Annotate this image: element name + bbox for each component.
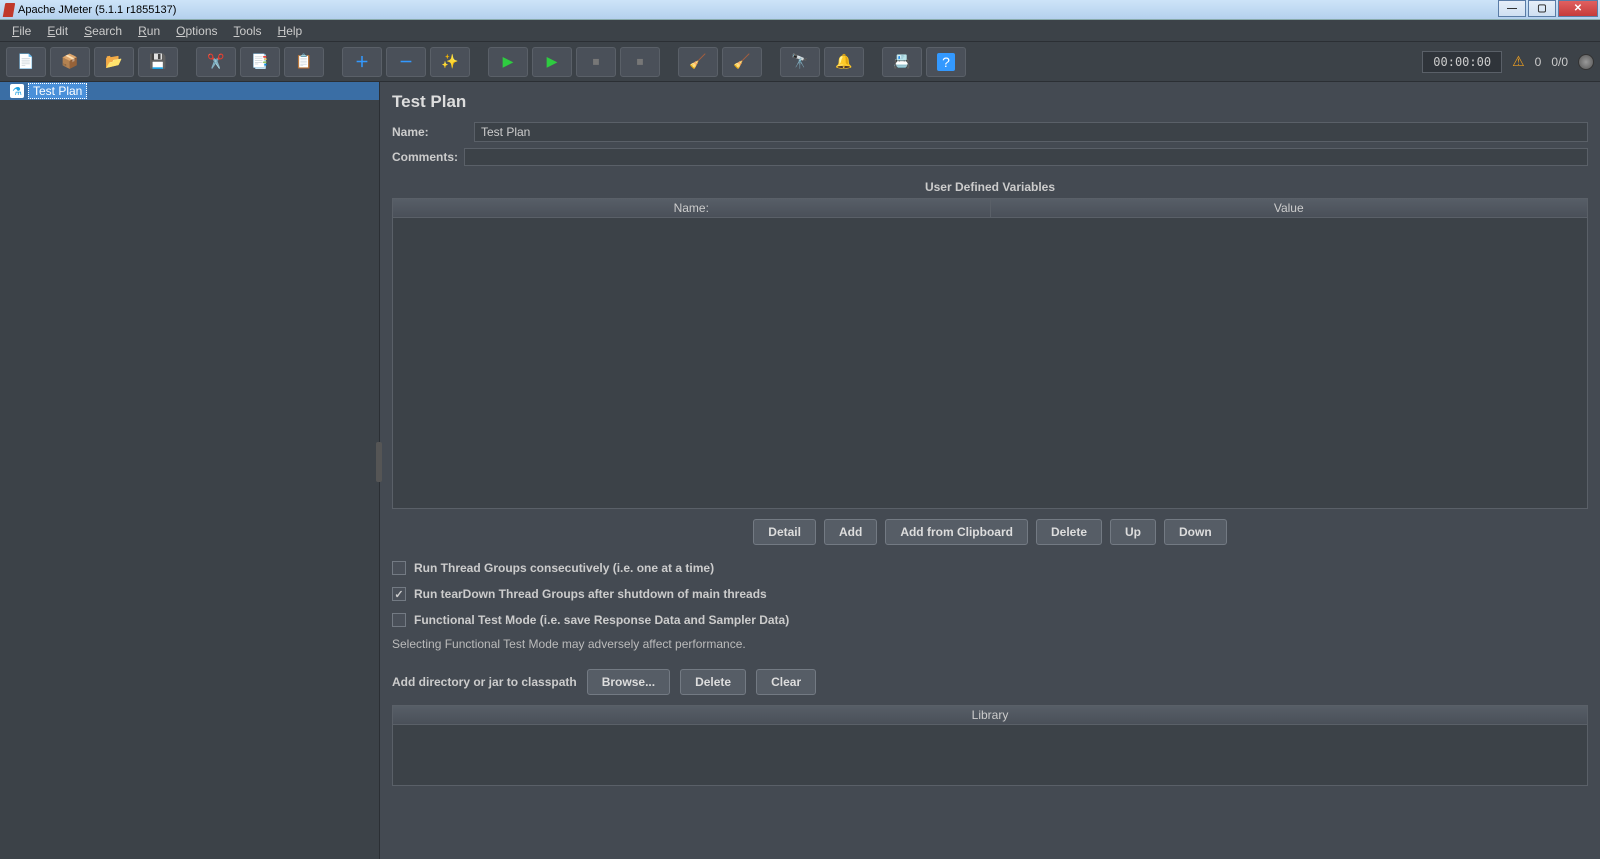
- detail-button[interactable]: Detail: [753, 519, 816, 545]
- play-icon: ▶: [503, 53, 514, 70]
- expand-button[interactable]: ＋: [342, 47, 382, 77]
- clipboard-icon: 📋: [295, 53, 312, 70]
- jmeter-icon: [3, 3, 15, 17]
- library-table: Library: [392, 705, 1588, 786]
- shutdown-icon: ⏹: [637, 53, 644, 70]
- file-icon: 📄: [17, 53, 34, 70]
- menu-search[interactable]: Search: [76, 22, 130, 40]
- start-button[interactable]: ▶: [488, 47, 528, 77]
- copy-button[interactable]: 📑: [240, 47, 280, 77]
- library-body[interactable]: [393, 725, 1587, 785]
- shutdown-button[interactable]: ⏹: [620, 47, 660, 77]
- paste-button[interactable]: 📋: [284, 47, 324, 77]
- consecutive-label: Run Thread Groups consecutively (i.e. on…: [414, 561, 714, 575]
- delete-button[interactable]: Delete: [1036, 519, 1102, 545]
- status-indicator-icon: [1578, 54, 1594, 70]
- plus-icon: ＋: [355, 52, 369, 72]
- broom-icon: 🧹: [689, 53, 706, 70]
- functional-checkbox[interactable]: [392, 613, 406, 627]
- teardown-checkbox[interactable]: [392, 587, 406, 601]
- start-no-pause-button[interactable]: ▶: [532, 47, 572, 77]
- content-panel: Test Plan Name: Comments: User Defined V…: [380, 82, 1600, 859]
- cp-clear-button[interactable]: Clear: [756, 669, 816, 695]
- stop-button[interactable]: ⏹: [576, 47, 616, 77]
- list-icon: 📇: [893, 53, 910, 70]
- template-icon: 📦: [61, 53, 78, 70]
- collapse-button[interactable]: －: [386, 47, 426, 77]
- menu-run[interactable]: Run: [130, 22, 168, 40]
- search-tool-button[interactable]: 🔭: [780, 47, 820, 77]
- warning-icon: ⚠: [1512, 53, 1525, 70]
- splitter-handle[interactable]: [376, 442, 382, 482]
- question-icon: ?: [937, 53, 955, 71]
- binoculars-icon: 🔭: [791, 53, 808, 70]
- warn-count: 0: [1535, 55, 1542, 69]
- functional-note: Selecting Functional Test Mode may adver…: [392, 637, 1588, 651]
- save-button[interactable]: 💾: [138, 47, 178, 77]
- wand-icon: ✨: [441, 53, 458, 70]
- comments-field[interactable]: [464, 148, 1588, 166]
- menubar: File Edit Search Run Options Tools Help: [0, 20, 1600, 42]
- templates-button[interactable]: 📦: [50, 47, 90, 77]
- function-helper-button[interactable]: 📇: [882, 47, 922, 77]
- window-titlebar: Apache JMeter (5.1.1 r1855137) — ▢ ✕: [0, 0, 1600, 20]
- menu-options[interactable]: Options: [168, 22, 225, 40]
- tree-node-test-plan[interactable]: ⚗ Test Plan: [0, 82, 379, 100]
- up-button[interactable]: Up: [1110, 519, 1156, 545]
- menu-file[interactable]: File: [4, 22, 39, 40]
- minus-icon: －: [399, 52, 413, 72]
- add-from-clipboard-button[interactable]: Add from Clipboard: [885, 519, 1028, 545]
- udv-section-title: User Defined Variables: [392, 180, 1588, 194]
- udv-table: Name: Value: [392, 198, 1588, 509]
- clear-all-button[interactable]: 🧹: [722, 47, 762, 77]
- udv-col-value[interactable]: Value: [991, 199, 1588, 218]
- tree-panel: ⚗ Test Plan: [0, 82, 380, 859]
- consecutive-checkbox[interactable]: [392, 561, 406, 575]
- udv-table-body[interactable]: [393, 218, 1587, 508]
- cp-delete-button[interactable]: Delete: [680, 669, 746, 695]
- bell-icon: 🔔: [835, 53, 852, 70]
- browse-button[interactable]: Browse...: [587, 669, 670, 695]
- help-button[interactable]: ?: [926, 47, 966, 77]
- play-dot-icon: ▶: [547, 53, 558, 70]
- save-icon: 💾: [149, 53, 166, 70]
- down-button[interactable]: Down: [1164, 519, 1227, 545]
- stop-icon: ⏹: [593, 53, 600, 70]
- toggle-button[interactable]: ✨: [430, 47, 470, 77]
- folder-open-icon: 📂: [105, 53, 122, 70]
- window-title: Apache JMeter (5.1.1 r1855137): [18, 4, 176, 16]
- copy-icon: 📑: [251, 53, 268, 70]
- cut-button[interactable]: ✂️: [196, 47, 236, 77]
- tree-node-label: Test Plan: [28, 83, 87, 99]
- toolbar-status: 00:00:00 ⚠ 0 0/0: [1422, 51, 1594, 73]
- menu-help[interactable]: Help: [270, 22, 311, 40]
- udv-col-name[interactable]: Name:: [393, 199, 991, 218]
- scissors-icon: ✂️: [207, 53, 224, 70]
- new-button[interactable]: 📄: [6, 47, 46, 77]
- library-header[interactable]: Library: [393, 706, 1587, 725]
- name-field[interactable]: [474, 122, 1588, 142]
- functional-label: Functional Test Mode (i.e. save Response…: [414, 613, 789, 627]
- classpath-label: Add directory or jar to classpath: [392, 675, 577, 689]
- timer-display: 00:00:00: [1422, 51, 1502, 73]
- teardown-label: Run tearDown Thread Groups after shutdow…: [414, 587, 767, 601]
- menu-edit[interactable]: Edit: [39, 22, 76, 40]
- comments-label: Comments:: [392, 150, 458, 164]
- clear-button[interactable]: 🧹: [678, 47, 718, 77]
- open-button[interactable]: 📂: [94, 47, 134, 77]
- testplan-icon: ⚗: [10, 84, 24, 98]
- reset-search-button[interactable]: 🔔: [824, 47, 864, 77]
- name-label: Name:: [392, 125, 474, 139]
- menu-tools[interactable]: Tools: [226, 22, 270, 40]
- toolbar: 📄 📦 📂 💾 ✂️ 📑 📋 ＋ － ✨ ▶ ▶ ⏹ ⏹ 🧹 🧹 🔭 🔔 📇 ?…: [0, 42, 1600, 82]
- minimize-button[interactable]: —: [1498, 0, 1526, 17]
- thread-ratio: 0/0: [1551, 55, 1568, 69]
- page-title: Test Plan: [392, 92, 1588, 112]
- close-button[interactable]: ✕: [1558, 0, 1598, 17]
- add-button[interactable]: Add: [824, 519, 877, 545]
- maximize-button[interactable]: ▢: [1528, 0, 1556, 17]
- broom-all-icon: 🧹: [733, 53, 750, 70]
